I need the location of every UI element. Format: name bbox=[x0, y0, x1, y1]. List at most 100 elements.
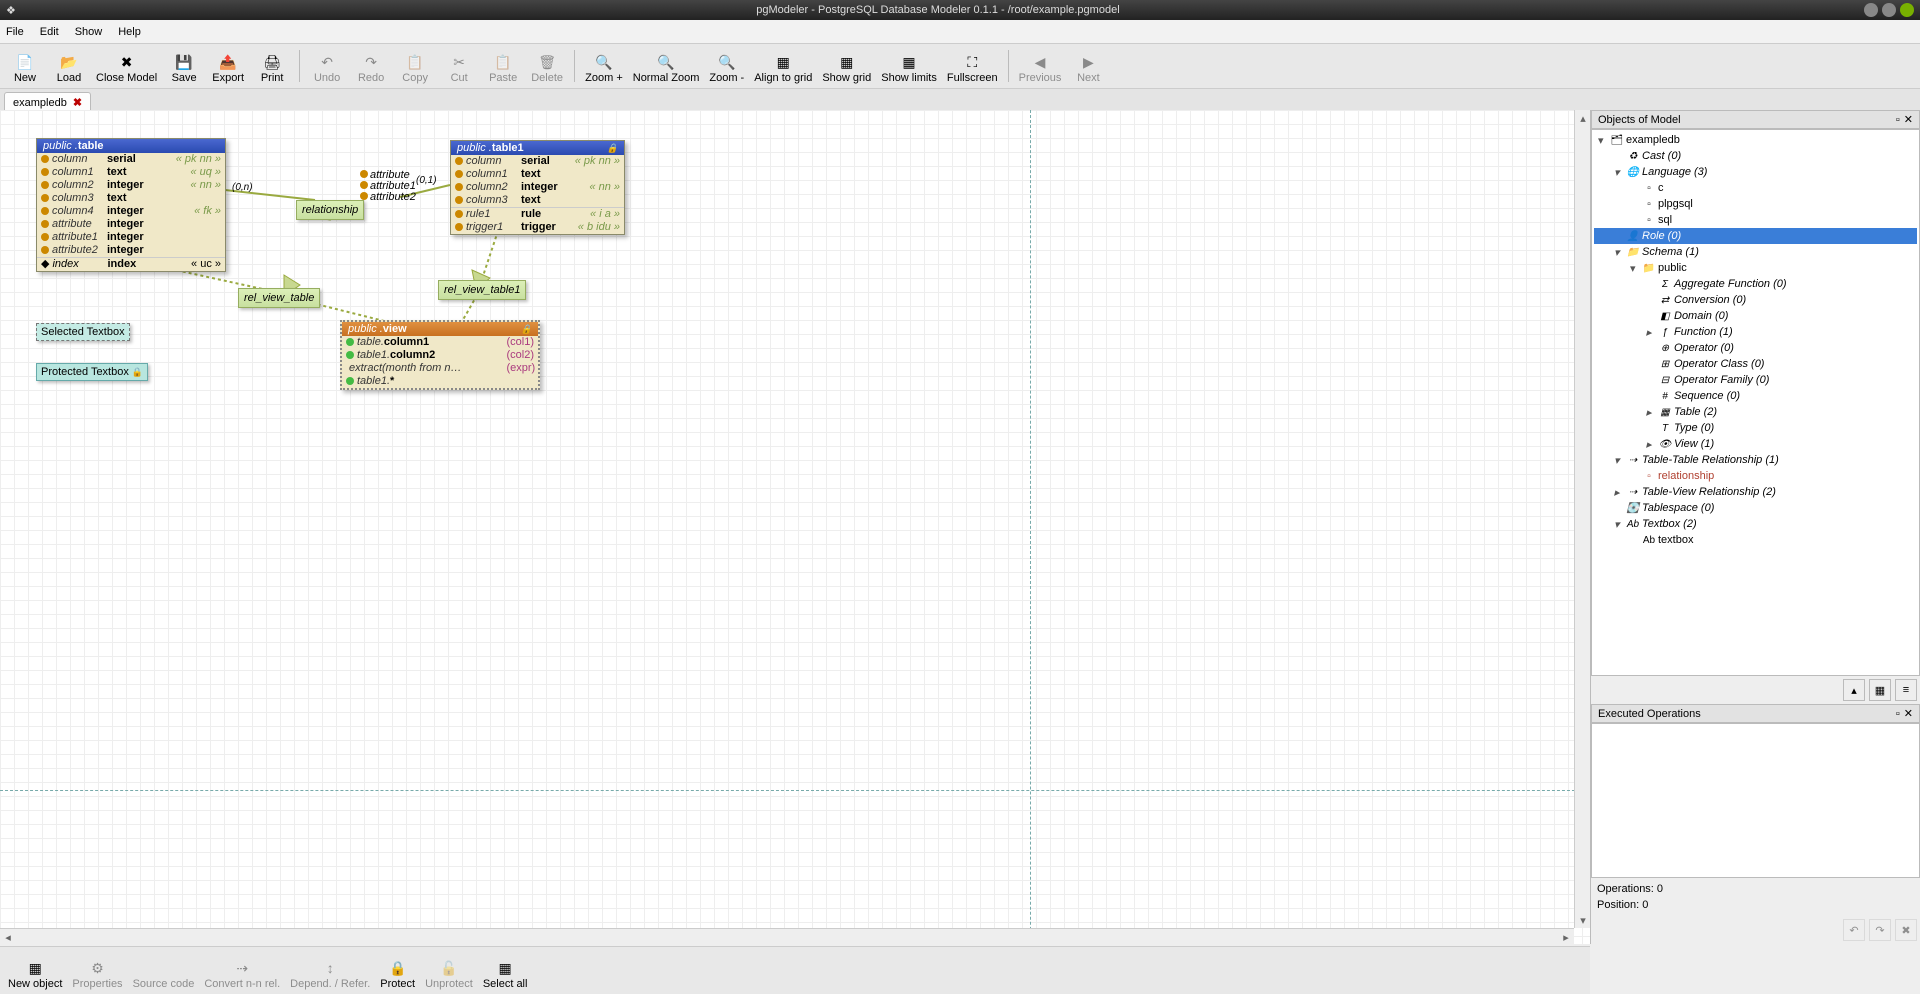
close-panel-icon[interactable]: ✕ bbox=[1904, 113, 1913, 126]
minimize-icon[interactable] bbox=[1864, 3, 1878, 17]
close-model-icon: ✖ bbox=[118, 53, 136, 71]
tree-expand-button[interactable]: ▦ bbox=[1869, 679, 1891, 701]
maximize-icon[interactable] bbox=[1882, 3, 1896, 17]
model-tab[interactable]: exampledb ✖ bbox=[4, 92, 91, 112]
tree-item[interactable]: ▫c bbox=[1594, 180, 1917, 196]
tree-expand-icon[interactable]: ▸ bbox=[1614, 486, 1626, 499]
tree-item[interactable]: Abtextbox bbox=[1594, 532, 1917, 548]
tree-item[interactable]: ▾🗂exampledb bbox=[1594, 132, 1917, 148]
tree-item[interactable]: ▸▦Table (2) bbox=[1594, 404, 1917, 420]
tree-item[interactable]: ▫plpgsql bbox=[1594, 196, 1917, 212]
tree-item[interactable]: ▾🌐Language (3) bbox=[1594, 164, 1917, 180]
tree-expand-icon[interactable]: ▸ bbox=[1646, 406, 1658, 419]
zoom--button[interactable]: 🔍Zoom + bbox=[581, 46, 627, 86]
tree-item[interactable]: ▾⇢Table-Table Relationship (1) bbox=[1594, 452, 1917, 468]
print-button[interactable]: 🖨Print bbox=[251, 46, 293, 86]
tree-item[interactable]: ▾📁public bbox=[1594, 260, 1917, 276]
tree-expand-icon[interactable]: ▾ bbox=[1614, 166, 1626, 179]
tree-item[interactable]: #Sequence (0) bbox=[1594, 388, 1917, 404]
relationship-box[interactable]: relationship bbox=[296, 200, 364, 220]
scroll-up-icon[interactable]: ▴ bbox=[1575, 110, 1591, 126]
protect-button[interactable]: 🔒Protect bbox=[376, 952, 419, 992]
close-tab-icon[interactable]: ✖ bbox=[73, 96, 82, 109]
fullscreen-button[interactable]: ⛶Fullscreen bbox=[943, 46, 1002, 86]
scroll-left-icon[interactable]: ◂ bbox=[0, 929, 16, 945]
tree-item[interactable]: ⇄Conversion (0) bbox=[1594, 292, 1917, 308]
tree-expand-icon[interactable]: ▾ bbox=[1598, 134, 1610, 147]
fullscreen-icon: ⛶ bbox=[963, 53, 981, 71]
tree-item[interactable]: ▾📁Schema (1) bbox=[1594, 244, 1917, 260]
tree-item[interactable]: ▸👁View (1) bbox=[1594, 436, 1917, 452]
selected-textbox[interactable]: Selected Textbox bbox=[36, 323, 130, 341]
new-object-button[interactable]: ▦New object bbox=[4, 952, 66, 992]
tree-item[interactable]: ▸ƒFunction (1) bbox=[1594, 324, 1917, 340]
diagram-view[interactable]: public. view 🔒 table.column1(col1)table1… bbox=[340, 320, 540, 390]
tree-item[interactable]: 👤Role (0) bbox=[1594, 228, 1917, 244]
tree-list-button[interactable]: ≡ bbox=[1895, 679, 1917, 701]
align-to-grid-button[interactable]: ▦Align to grid bbox=[750, 46, 816, 86]
tree-expand-icon[interactable]: ▾ bbox=[1630, 262, 1642, 275]
tree-item[interactable]: ⊕Operator (0) bbox=[1594, 340, 1917, 356]
tree-expand-icon[interactable]: ▾ bbox=[1614, 246, 1626, 259]
tree-item[interactable]: ⊞Operator Class (0) bbox=[1594, 356, 1917, 372]
paste-button: 📋Paste bbox=[482, 46, 524, 86]
ops-clear-button: ✖ bbox=[1895, 919, 1917, 941]
scroll-down-icon[interactable]: ▾ bbox=[1575, 912, 1591, 928]
zoom--button[interactable]: 🔍Zoom - bbox=[705, 46, 748, 86]
undo-button: ↶Undo bbox=[306, 46, 348, 86]
close-model-button[interactable]: ✖Close Model bbox=[92, 46, 161, 86]
tree-item[interactable]: ◧Domain (0) bbox=[1594, 308, 1917, 324]
ops-button-bar: ↶ ↷ ✖ bbox=[1591, 916, 1920, 944]
rel-view-table-label[interactable]: rel_view_table bbox=[238, 288, 320, 308]
tree-expand-icon[interactable]: ▾ bbox=[1614, 518, 1626, 531]
tree-item[interactable]: ▫relationship bbox=[1594, 468, 1917, 484]
close-window-icon[interactable] bbox=[1900, 3, 1914, 17]
export-button[interactable]: 📤Export bbox=[207, 46, 249, 86]
expand-panel-icon[interactable]: ▫ bbox=[1896, 708, 1900, 720]
show-limits-button[interactable]: ▦Show limits bbox=[877, 46, 941, 86]
copy-icon: 📋 bbox=[406, 53, 424, 71]
canvas[interactable]: public. table columnserial« pk nn »colum… bbox=[0, 110, 1590, 944]
tree-expand-icon[interactable]: ▸ bbox=[1646, 438, 1658, 451]
tree-node-icon: Ab bbox=[1626, 517, 1640, 531]
diagram-table[interactable]: public. table columnserial« pk nn »colum… bbox=[36, 138, 226, 272]
menu-edit[interactable]: Edit bbox=[40, 26, 59, 38]
model-tree[interactable]: ▾🗂exampledb♻Cast (0)▾🌐Language (3)▫c▫plp… bbox=[1591, 129, 1920, 676]
tree-item[interactable]: ⊟Operator Family (0) bbox=[1594, 372, 1917, 388]
tree-node-icon: ▫ bbox=[1642, 181, 1656, 195]
menu-file[interactable]: File bbox=[6, 26, 24, 38]
tree-node-icon: ♻ bbox=[1626, 149, 1640, 163]
tree-node-icon: ◧ bbox=[1658, 309, 1672, 323]
copy-button: 📋Copy bbox=[394, 46, 436, 86]
new-icon: 📄 bbox=[16, 53, 34, 71]
operations-list[interactable] bbox=[1591, 723, 1920, 878]
protected-textbox[interactable]: Protected Textbox 🔒 bbox=[36, 363, 148, 381]
new-button[interactable]: 📄New bbox=[4, 46, 46, 86]
load-button[interactable]: 📂Load bbox=[48, 46, 90, 86]
tree-item[interactable]: ♻Cast (0) bbox=[1594, 148, 1917, 164]
save-button[interactable]: 💾Save bbox=[163, 46, 205, 86]
tree-expand-icon[interactable]: ▸ bbox=[1646, 326, 1658, 339]
diagram-table1[interactable]: public. table1 🔒 columnserial« pk nn »co… bbox=[450, 140, 625, 235]
tree-item[interactable]: ▫sql bbox=[1594, 212, 1917, 228]
rel-view-table1-label[interactable]: rel_view_table1 bbox=[438, 280, 526, 300]
tree-node-icon: 🗂 bbox=[1610, 133, 1624, 147]
show-grid-button[interactable]: ▦Show grid bbox=[818, 46, 875, 86]
normal-zoom-button[interactable]: 🔍Normal Zoom bbox=[629, 46, 704, 86]
tree-collapse-button[interactable]: ▴ bbox=[1843, 679, 1865, 701]
scroll-right-icon[interactable]: ▸ bbox=[1558, 929, 1574, 945]
tree-item[interactable]: 💽Tablespace (0) bbox=[1594, 500, 1917, 516]
menu-show[interactable]: Show bbox=[75, 26, 103, 38]
tree-node-icon: ⊕ bbox=[1658, 341, 1672, 355]
tree-item[interactable]: ▾AbTextbox (2) bbox=[1594, 516, 1917, 532]
tree-item[interactable]: ΣAggregate Function (0) bbox=[1594, 276, 1917, 292]
tree-item[interactable]: TType (0) bbox=[1594, 420, 1917, 436]
tree-expand-icon[interactable]: ▾ bbox=[1614, 454, 1626, 467]
tree-item[interactable]: ▸⇢Table-View Relationship (2) bbox=[1594, 484, 1917, 500]
vertical-scrollbar[interactable]: ▴ ▾ bbox=[1574, 110, 1590, 928]
horizontal-scrollbar[interactable]: ◂ ▸ bbox=[0, 928, 1574, 944]
select-all-button[interactable]: ▦Select all bbox=[479, 952, 532, 992]
close-panel-icon[interactable]: ✕ bbox=[1904, 707, 1913, 720]
expand-panel-icon[interactable]: ▫ bbox=[1896, 114, 1900, 126]
menu-help[interactable]: Help bbox=[118, 26, 141, 38]
